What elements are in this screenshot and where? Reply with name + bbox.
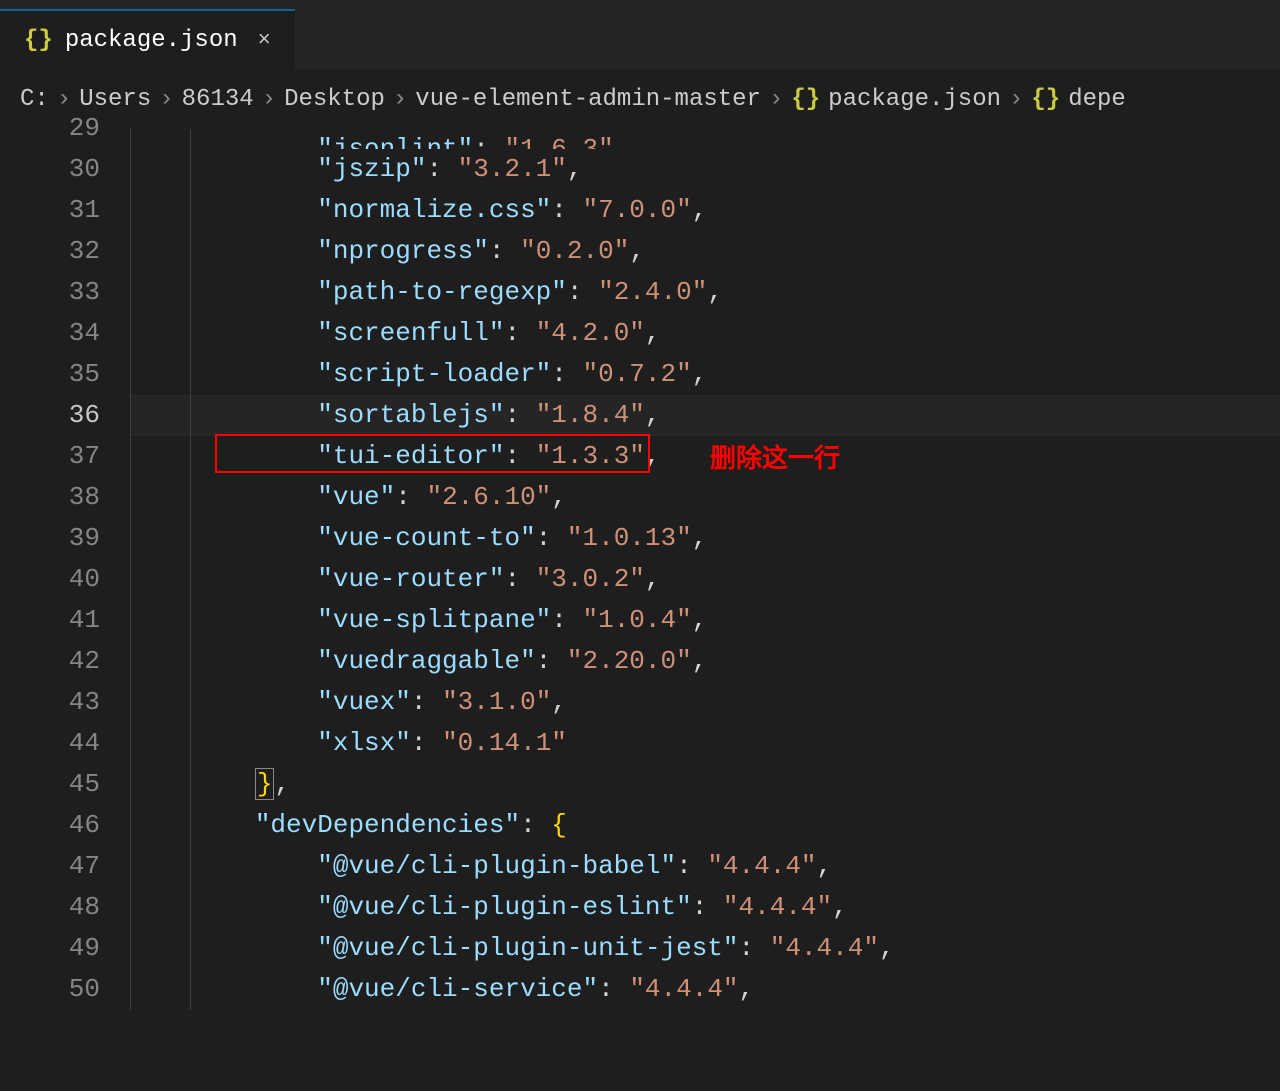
breadcrumb-part[interactable]: vue-element-admin-master <box>415 86 761 113</box>
chevron-right-icon: › <box>393 86 407 113</box>
json-icon: {} <box>791 86 820 113</box>
line-number: 45 <box>0 764 100 805</box>
code-line[interactable]: "vuex": "3.1.0", <box>130 682 1280 723</box>
code-line[interactable]: "path-to-regexp": "2.4.0", <box>130 272 1280 313</box>
code-line[interactable]: "jszip": "3.2.1", <box>130 149 1280 190</box>
chevron-right-icon: › <box>159 86 173 113</box>
breadcrumb-part[interactable]: Desktop <box>284 86 385 113</box>
line-number: 34 <box>0 313 100 354</box>
breadcrumb-part[interactable]: C: <box>20 86 49 113</box>
line-number: 30 <box>0 149 100 190</box>
tab-bar: {} package.json × <box>0 0 1280 70</box>
line-number: 39 <box>0 518 100 559</box>
code-line[interactable]: "@vue/cli-plugin-babel": "4.4.4", <box>130 846 1280 887</box>
line-number: 49 <box>0 928 100 969</box>
line-number: 41 <box>0 600 100 641</box>
line-number: 50 <box>0 969 100 1010</box>
line-number: 33 <box>0 272 100 313</box>
breadcrumb[interactable]: C: › Users › 86134 › Desktop › vue-eleme… <box>0 70 1280 129</box>
line-number: 43 <box>0 682 100 723</box>
line-number: 36 <box>0 395 100 436</box>
line-number: 48 <box>0 887 100 928</box>
code-area[interactable]: "jsonlint": "1.6.3", "jszip": "3.2.1", "… <box>130 129 1280 1010</box>
code-line[interactable]: "@vue/cli-plugin-eslint": "4.4.4", <box>130 887 1280 928</box>
chevron-right-icon: › <box>1009 86 1023 113</box>
code-line[interactable]: "vue-splitpane": "1.0.4", <box>130 600 1280 641</box>
code-line[interactable]: "vue": "2.6.10", <box>130 477 1280 518</box>
tab-package-json[interactable]: {} package.json × <box>0 9 295 69</box>
code-line[interactable]: "devDependencies": { <box>130 805 1280 846</box>
line-number: 35 <box>0 354 100 395</box>
chevron-right-icon: › <box>769 86 783 113</box>
code-line[interactable]: "vuedraggable": "2.20.0", <box>130 641 1280 682</box>
code-line[interactable]: }, <box>130 764 1280 805</box>
line-number: 46 <box>0 805 100 846</box>
chevron-right-icon: › <box>57 86 71 113</box>
code-line[interactable]: "xlsx": "0.14.1" <box>130 723 1280 764</box>
line-number: 31 <box>0 190 100 231</box>
editor[interactable]: 2930313233343536373839404142434445464748… <box>0 129 1280 1010</box>
line-number: 44 <box>0 723 100 764</box>
json-icon: {} <box>24 27 53 54</box>
line-number: 40 <box>0 559 100 600</box>
breadcrumb-part[interactable]: Users <box>79 86 151 113</box>
breadcrumb-part[interactable]: 86134 <box>182 86 254 113</box>
code-line[interactable]: "vue-count-to": "1.0.13", <box>130 518 1280 559</box>
code-line[interactable]: "script-loader": "0.7.2", <box>130 354 1280 395</box>
annotation-label: 删除这一行 <box>710 438 840 479</box>
line-number: 42 <box>0 641 100 682</box>
code-line[interactable]: "@vue/cli-plugin-unit-jest": "4.4.4", <box>130 928 1280 969</box>
line-number: 47 <box>0 846 100 887</box>
code-line[interactable]: "tui-editor": "1.3.3", <box>130 436 1280 477</box>
code-line[interactable]: "sortablejs": "1.8.4", <box>130 395 1280 436</box>
code-line[interactable]: "nprogress": "0.2.0", <box>130 231 1280 272</box>
tab-label: package.json <box>65 27 238 54</box>
code-line[interactable]: "@vue/cli-service": "4.4.4", <box>130 969 1280 1010</box>
line-number: 32 <box>0 231 100 272</box>
code-line[interactable]: "normalize.css": "7.0.0", <box>130 190 1280 231</box>
close-icon[interactable]: × <box>258 28 271 53</box>
line-number: 37 <box>0 436 100 477</box>
code-line[interactable]: "screenfull": "4.2.0", <box>130 313 1280 354</box>
line-number: 38 <box>0 477 100 518</box>
json-icon: {} <box>1031 86 1060 113</box>
code-line-truncated[interactable]: "jsonlint": "1.6.3", <box>130 129 1280 149</box>
code-line[interactable]: "vue-router": "3.0.2", <box>130 559 1280 600</box>
breadcrumb-file[interactable]: package.json <box>828 86 1001 113</box>
chevron-right-icon: › <box>262 86 276 113</box>
breadcrumb-symbol[interactable]: depe <box>1068 86 1126 113</box>
gutter: 2930313233343536373839404142434445464748… <box>0 129 130 1010</box>
